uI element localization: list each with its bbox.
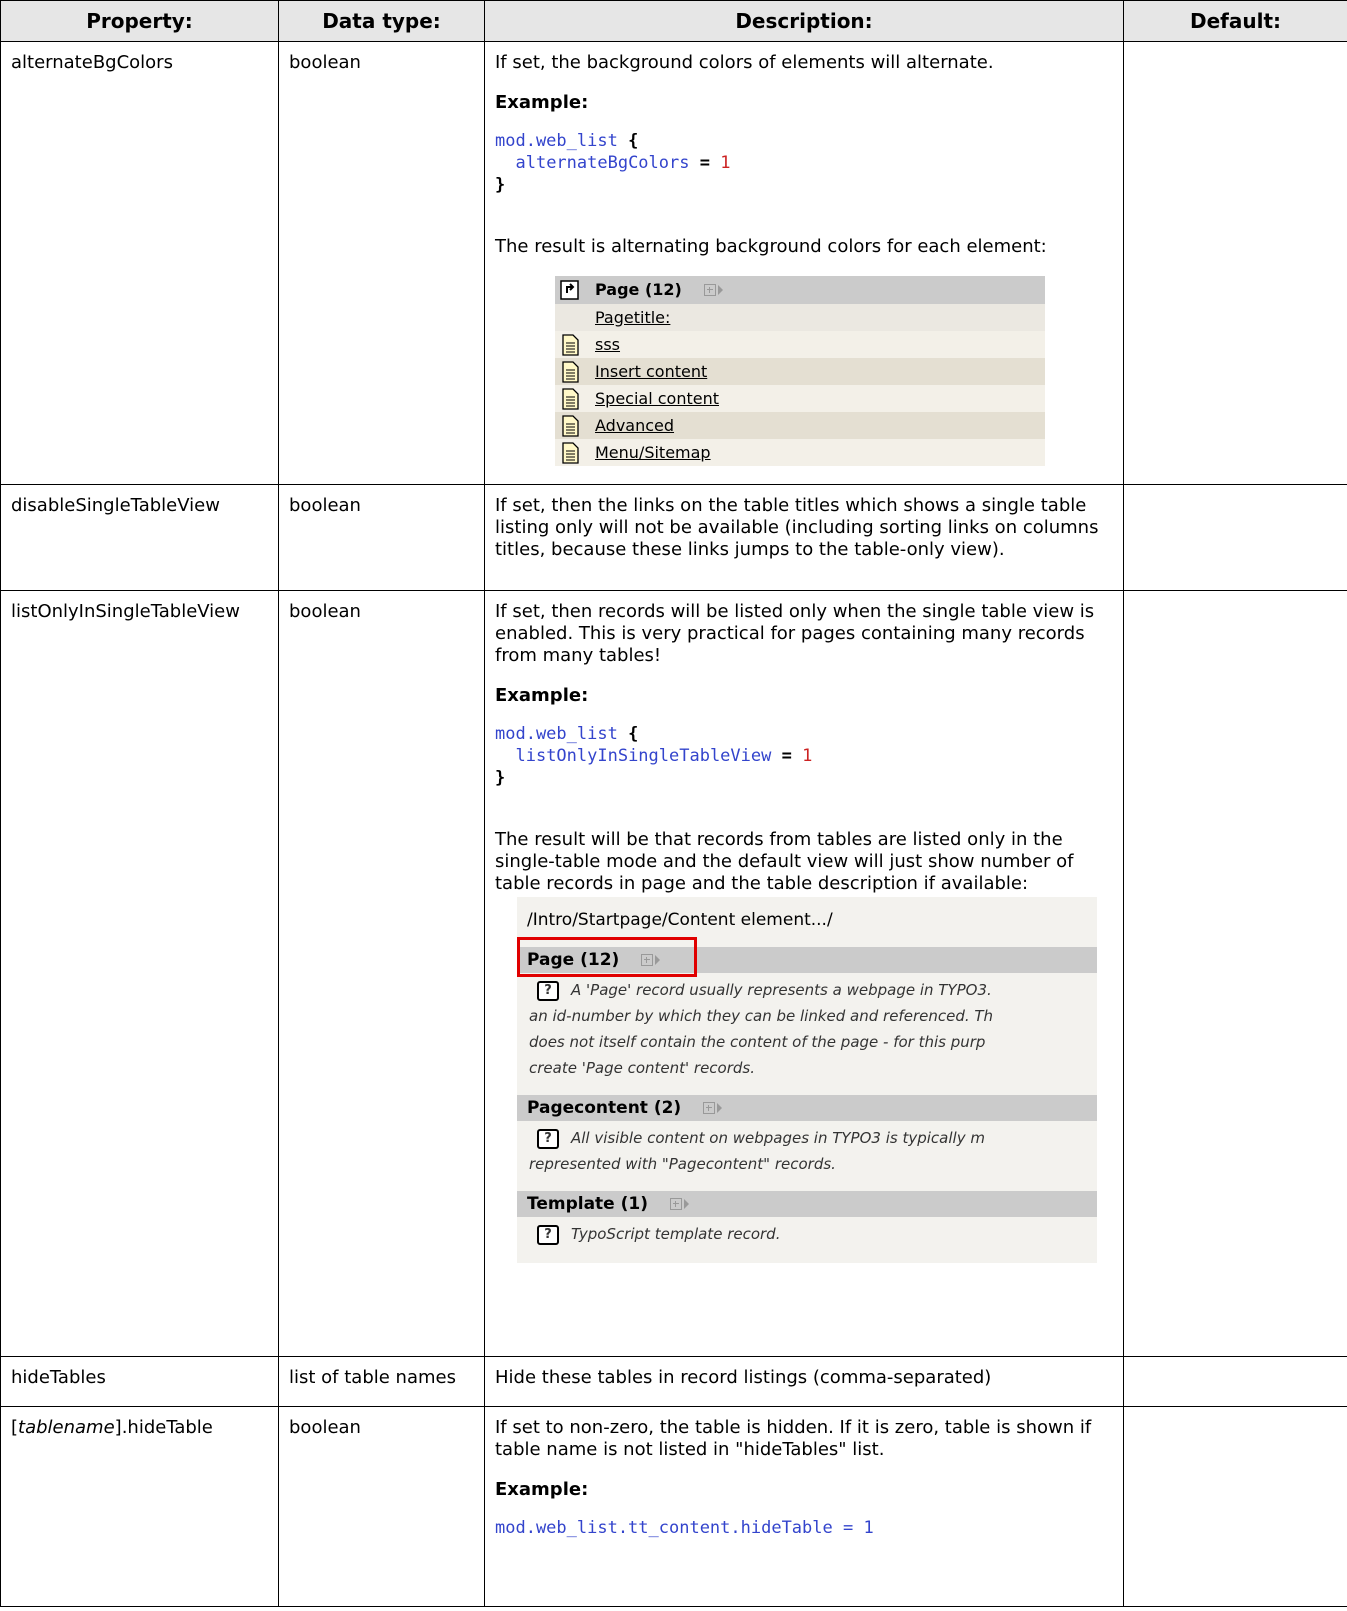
document-icon [562,333,579,356]
document-icon [562,360,579,383]
property-cell: alternateBgColors [0,41,279,485]
default-cell [1123,1356,1347,1407]
description-text: The result will be that records from tab… [495,829,1074,894]
default-cell [1123,41,1347,485]
alternating-colors-screenshot: Page (12) Pagetitle: sss Insert content [555,276,1045,466]
screenshot-label-row: Pagetitle: [555,304,1045,331]
arrow-icon [717,285,723,295]
arrow-icon [684,1199,689,1209]
table-row: disableSingleTableView boolean If set, t… [0,484,1347,591]
list-item: Menu/Sitemap [555,439,1045,466]
datatype-cell: boolean [278,1406,485,1607]
table-row: hideTables list of table names Hide thes… [0,1356,1347,1407]
property-cell: listOnlyInSingleTableView [0,590,279,1357]
example-label: Example: [495,685,589,706]
screenshot-header-row: Page (12) [555,276,1045,304]
code-example: mod.web_list { listOnlyInSingleTableView… [495,724,813,788]
example-label: Example: [495,92,589,113]
expand-icon [670,1198,682,1210]
default-cell [1123,590,1347,1357]
description-cell: Hide these tables in record listings (co… [484,1356,1124,1407]
default-cell [1123,484,1347,591]
section-header: Template (1) [517,1191,1097,1217]
description-cell: If set, then records will be listed only… [484,590,1124,1357]
description-cell: If set, then the links on the table titl… [484,484,1124,591]
header-default: Default: [1123,0,1347,42]
document-icon [562,441,579,464]
arrow-icon [717,1103,723,1113]
help-icon: ? [537,1128,559,1149]
description-text: The result is alternating background col… [495,236,1047,257]
default-cell [1123,1406,1347,1607]
highlight-box [517,937,697,977]
header-datatype: Data type: [278,0,485,42]
help-icon: ? [537,1224,559,1245]
screenshot-table-title: Page (12) [595,280,682,299]
section-header: Pagecontent (2) [517,1095,1097,1121]
description-text: If set, the background colors of element… [495,52,994,73]
property-cell: [tablename].hideTable [0,1406,279,1607]
list-item: Insert content [555,358,1045,385]
code-example: mod.web_list.tt_content.hideTable = 1 [495,1518,874,1538]
list-item: Special content [555,385,1045,412]
list-item: Advanced [555,412,1045,439]
single-table-view-screenshot: /Intro/Startpage/Content element.../ Pag… [517,897,1097,1263]
page-up-icon [560,280,579,300]
description-text: If set, then records will be listed only… [495,601,1095,666]
list-item: sss [555,331,1045,358]
section-description: ? A 'Page' record usually represents a we… [529,980,994,1077]
section-description: ? All visible content on webpages in TYPO… [529,1128,985,1173]
datatype-cell: list of table names [278,1356,485,1407]
datatype-cell: boolean [278,41,485,485]
document-icon [562,414,579,437]
reference-table: Property: Data type: Description: Defaul… [0,0,1347,1607]
code-example: mod.web_list { alternateBgColors = 1 } [495,131,731,195]
header-description: Description: [484,0,1124,42]
help-icon: ? [537,980,559,1001]
table-row: listOnlyInSingleTableView boolean If set… [0,590,1347,1357]
datatype-cell: boolean [278,590,485,1357]
header-property: Property: [0,0,279,42]
table-row: [tablename].hideTable boolean If set to … [0,1406,1347,1607]
property-cell: disableSingleTableView [0,484,279,591]
description-text: If set, then the links on the table titl… [495,495,1099,560]
table-row: alternateBgColors boolean If set, the ba… [0,41,1347,485]
header-row: Property: Data type: Description: Defaul… [0,0,1347,42]
description-cell: If set, the background colors of element… [484,41,1124,485]
expand-icon [703,284,716,296]
description-text: If set to non-zero, the table is hidden.… [495,1417,1092,1460]
expand-icon [703,1102,716,1114]
expand-icon [641,954,654,966]
document-icon [562,387,579,410]
example-label: Example: [495,1479,589,1500]
description-cell: If set to non-zero, the table is hidden.… [484,1406,1124,1607]
datatype-cell: boolean [278,484,485,591]
property-cell: hideTables [0,1356,279,1407]
section-description: ? TypoScript template record. [517,1217,1097,1251]
